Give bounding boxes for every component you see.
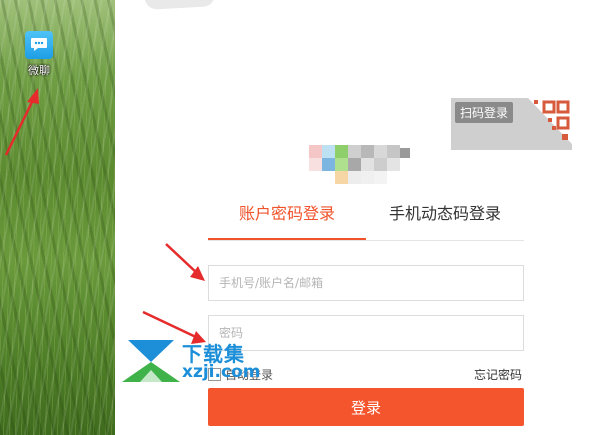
tab-mobile-code[interactable]: 手机动态码登录 <box>366 200 524 239</box>
forgot-password-link[interactable]: 忘记密码 <box>474 366 522 383</box>
desktop-background: 微聊 <box>0 0 115 435</box>
window-edge-fragment <box>144 0 216 10</box>
watermark-logo-icon <box>122 340 180 382</box>
arrow-to-username <box>165 243 205 281</box>
desktop-icon-weiliao[interactable]: 微聊 <box>22 31 56 78</box>
login-button[interactable]: 登录 <box>208 388 524 426</box>
watermark-text-bottom: xzji.com <box>182 362 261 382</box>
qr-login-label: 扫码登录 <box>455 102 514 123</box>
tab-account-password[interactable]: 账户密码登录 <box>208 200 366 240</box>
username-field-wrapper <box>208 265 524 301</box>
brand-logo <box>309 145 419 185</box>
username-input[interactable] <box>209 266 523 300</box>
chat-bubble-icon <box>25 31 53 59</box>
desktop-icon-label: 微聊 <box>28 64 50 77</box>
qr-code-icon <box>528 98 572 144</box>
watermark: 下载集 xzji.com <box>122 338 262 384</box>
login-tabs: 账户密码登录 手机动态码登录 <box>208 200 524 241</box>
qr-login-corner[interactable]: 扫码登录 <box>451 98 572 150</box>
